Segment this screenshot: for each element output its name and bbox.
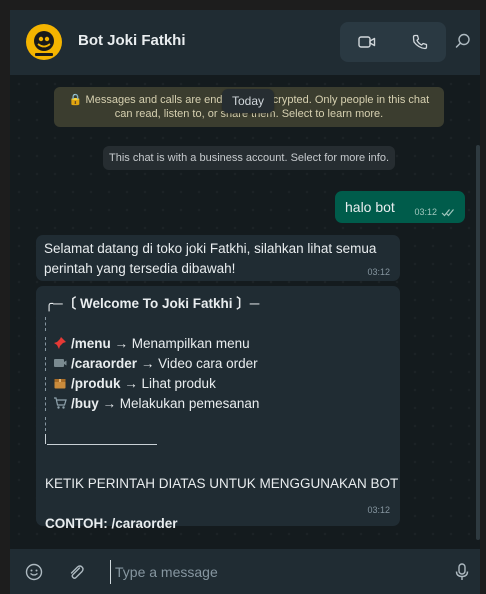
video-camera-icon [357, 36, 375, 48]
command-description: → Menampilkan menu [114, 336, 250, 351]
paperclip-icon [70, 565, 84, 579]
microphone-icon [455, 563, 469, 580]
package-icon [53, 376, 67, 390]
message-list[interactable]: 🔒 Messages and calls are end-to-end encr… [10, 75, 480, 549]
command-name: /buy [71, 396, 99, 411]
pushpin-icon [53, 336, 67, 350]
command-name: /caraorder [71, 356, 138, 371]
message-time: 03:12 [367, 505, 390, 515]
command-description: → Video cara order [140, 356, 258, 371]
shopping-cart-icon [53, 396, 67, 410]
incoming-menu-message[interactable]: ╭─〔 Welcome To Joki Fatkhi 〕─ /menu → Me… [36, 286, 400, 531]
voice-call-button[interactable] [405, 27, 435, 57]
menu-spacer [45, 314, 391, 334]
search-button[interactable] [454, 32, 474, 52]
command-name: /produk [71, 376, 121, 391]
menu-item-caraorder: /caraorder → Video cara order [45, 354, 391, 374]
search-icon [455, 33, 470, 48]
message-text: halo bot [345, 199, 395, 215]
incoming-message[interactable]: Selamat datang di toko joki Fatkhi, sila… [36, 235, 400, 281]
message-input[interactable] [110, 560, 449, 584]
command-name: /menu [71, 336, 111, 351]
voice-message-button[interactable] [452, 562, 472, 582]
menu-item-produk: /produk → Lihat produk [45, 374, 391, 394]
command-description: → Melakukan pemesanan [102, 396, 260, 411]
message-time: 03:12 [414, 207, 437, 217]
double-check-icon [441, 208, 454, 216]
attach-button[interactable] [66, 562, 86, 582]
menu-item-buy: /buy → Melakukan pemesanan [45, 394, 391, 414]
command-description: → Lihat produk [124, 376, 216, 391]
phone-icon [412, 34, 427, 50]
video-call-button[interactable] [352, 27, 382, 57]
message-time: 03:12 [367, 267, 390, 277]
compose-bar [10, 549, 480, 594]
menu-example: CONTOH: /caraorder [45, 516, 178, 531]
date-divider: Today [222, 89, 275, 113]
chat-header: Bot Joki Fatkhi [10, 10, 480, 75]
menu-item-menu: /menu → Menampilkan menu [45, 334, 391, 354]
call-button-group [340, 22, 446, 62]
scrollbar[interactable] [476, 145, 480, 540]
emoji-icon [25, 563, 43, 581]
menu-spacer [45, 414, 391, 434]
message-text: Selamat datang di toko joki Fatkhi, sila… [44, 241, 377, 276]
video-emoji-icon [53, 356, 67, 370]
emoji-button[interactable] [24, 562, 44, 582]
outgoing-message[interactable]: halo bot 03:12 [335, 191, 465, 223]
business-account-notice[interactable]: This chat is with a business account. Se… [103, 146, 395, 170]
contact-avatar[interactable] [26, 24, 62, 60]
menu-footer-line [45, 434, 391, 454]
menu-header: ╭─〔 Welcome To Joki Fatkhi 〕─ [45, 296, 260, 311]
chat-title[interactable]: Bot Joki Fatkhi [78, 32, 186, 49]
menu-instruction: KETIK PERINTAH DIATAS UNTUK MENGGUNAKAN … [45, 476, 399, 491]
